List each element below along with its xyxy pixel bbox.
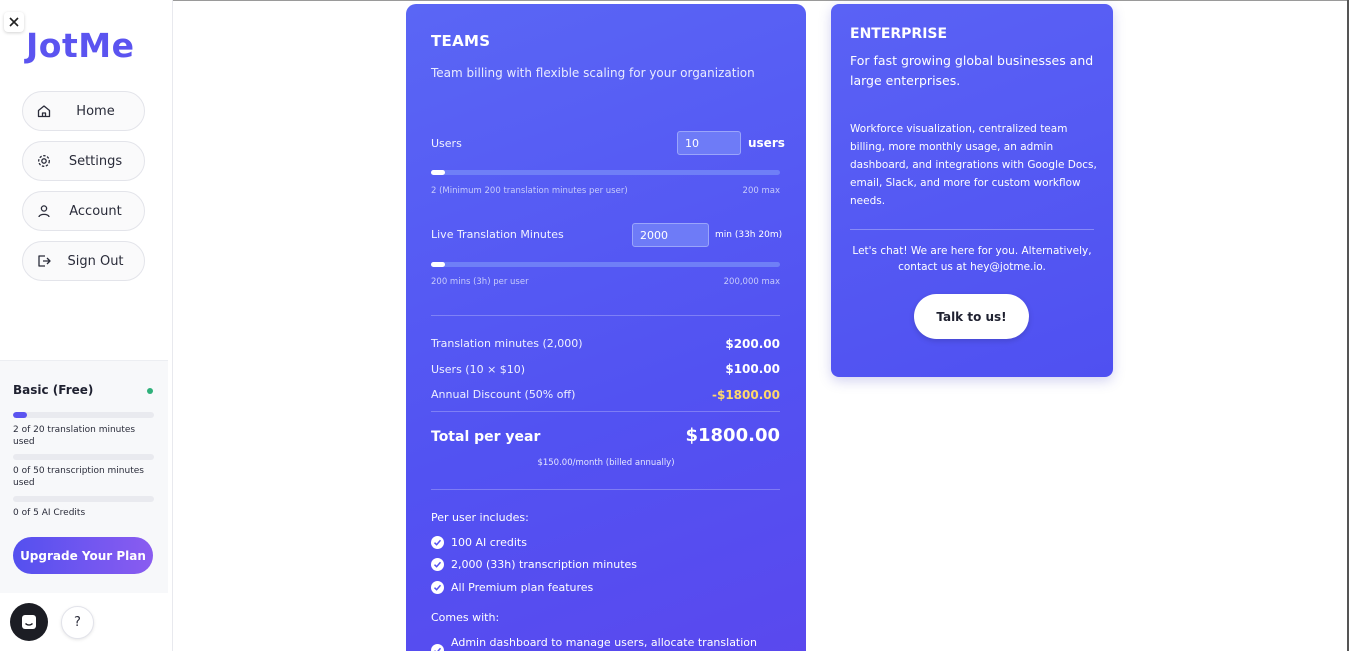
check-icon	[431, 581, 444, 594]
enterprise-subtitle: For fast growing global businesses and l…	[850, 53, 1094, 88]
help-button[interactable]: ?	[61, 606, 94, 639]
translation-usage-fill	[13, 412, 28, 418]
discount-value: -$1800.00	[712, 388, 780, 402]
feature-text: 100 AI credits	[451, 536, 527, 549]
translation-usage-text: 2 of 20 translation minutes used	[13, 425, 136, 447]
teams-subtitle: Team billing with flexible scaling for y…	[431, 66, 755, 80]
collapse-sidebar-button[interactable]	[4, 12, 24, 32]
pricing-divider	[431, 315, 780, 316]
minutes-unit: min (33h 20m)	[715, 230, 783, 240]
per-user-heading: Per user includes:	[431, 511, 529, 524]
plan-status-dot	[147, 388, 153, 394]
users-input[interactable]	[677, 131, 741, 155]
minutes-slider-track	[431, 262, 780, 267]
sign-out-icon	[38, 255, 51, 267]
feature-text: All Premium plan features	[451, 581, 594, 594]
nav-settings[interactable]: Settings	[22, 141, 145, 181]
minutes-label: Live Translation Minutes	[431, 228, 564, 241]
feature-text: 2,000 (33h) transcription minutes	[451, 558, 638, 571]
users-slider[interactable]	[431, 170, 780, 176]
users-cost-label: Users (10 × $10)	[431, 363, 526, 376]
ai-credits-usage-bar	[13, 496, 154, 502]
chat-icon	[22, 615, 36, 629]
minutes-slider[interactable]	[431, 262, 780, 268]
enterprise-divider	[850, 229, 1094, 230]
app-logo: JotMe	[26, 26, 135, 65]
gear-icon	[38, 155, 50, 167]
translation-cost-value: $200.00	[725, 337, 780, 351]
teams-title: TEAMS	[431, 32, 491, 50]
minutes-min-text: 200 mins (3h) per user	[431, 277, 529, 287]
plan-title: Basic (Free)	[13, 383, 94, 397]
minutes-input[interactable]	[632, 223, 709, 247]
talk-to-us-button[interactable]: Talk to us!	[914, 294, 1029, 339]
ai-credits-usage-text: 0 of 5 AI Credits	[13, 508, 86, 518]
check-icon	[431, 644, 444, 651]
collapse-icon	[9, 17, 19, 27]
upgrade-plan-button[interactable]: Upgrade Your Plan	[13, 537, 153, 574]
transcription-usage-text: 0 of 50 transcription minutes used	[13, 466, 144, 488]
teams-plan-card: TEAMS Team billing with flexible scaling…	[406, 4, 806, 651]
comes-with-heading: Comes with:	[431, 611, 500, 624]
users-cost-value: $100.00	[725, 362, 780, 376]
monthly-note: $150.00/month (billed annually)	[537, 458, 675, 468]
enterprise-description: Workforce visualization, centralized tea…	[850, 123, 1097, 207]
features-divider	[431, 489, 780, 490]
plan-usage-panel: Basic (Free) 2 of 20 translation minutes…	[0, 360, 168, 593]
minutes-max-text: 200,000 max	[723, 277, 780, 287]
user-icon	[38, 205, 50, 218]
total-divider	[431, 411, 780, 412]
frame-top-border	[173, 0, 1349, 1]
enterprise-plan-card: ENTERPRISE For fast growing global busin…	[831, 4, 1113, 377]
nav-account[interactable]: Account	[22, 191, 145, 231]
enterprise-contact-text: Let's chat! We are here for you. Alterna…	[852, 245, 1092, 273]
check-icon	[431, 536, 444, 549]
nav-sign-out[interactable]: Sign Out	[22, 241, 145, 281]
feature-item: All Premium plan features	[431, 581, 593, 594]
users-min-text: 2 (Minimum 200 translation minutes per u…	[431, 186, 628, 196]
feature-item: 100 AI credits	[431, 536, 527, 549]
discount-label: Annual Discount (50% off)	[431, 388, 576, 401]
feature-text: Admin dashboard to manage users, allocat…	[451, 636, 758, 649]
minutes-slider-thumb[interactable]	[431, 262, 445, 267]
translation-usage-bar	[13, 412, 154, 418]
enterprise-title: ENTERPRISE	[850, 26, 948, 42]
total-label: Total per year	[431, 429, 541, 445]
total-value: $1800.00	[685, 425, 780, 446]
sidebar: JotMe Home Settings Account Sign Out Bas…	[0, 0, 173, 651]
feature-item: 2,000 (33h) transcription minutes	[431, 558, 637, 571]
users-unit: users	[748, 136, 785, 150]
feature-item: Admin dashboard to manage users, allocat…	[431, 636, 757, 651]
users-label: Users	[431, 137, 462, 150]
chat-widget-button[interactable]	[10, 603, 48, 641]
home-icon	[37, 105, 51, 118]
translation-cost-label: Translation minutes (2,000)	[431, 337, 583, 350]
users-slider-thumb[interactable]	[431, 170, 445, 175]
users-slider-track	[431, 170, 780, 175]
check-icon	[431, 558, 444, 571]
transcription-usage-bar	[13, 454, 154, 460]
users-max-text: 200 max	[742, 186, 780, 196]
nav-home[interactable]: Home	[22, 91, 145, 131]
